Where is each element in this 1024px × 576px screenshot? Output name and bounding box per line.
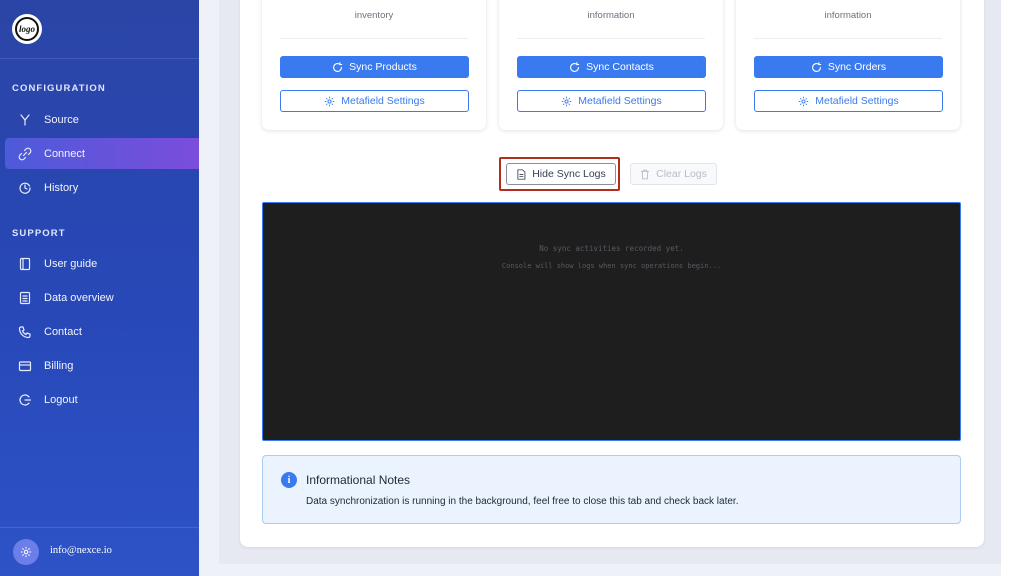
- phone-icon: [17, 324, 33, 340]
- card-description: information: [587, 10, 635, 21]
- sync-card-orders: information Sync Orders Metafield Settin…: [736, 0, 960, 130]
- sidebar-item-user-guide[interactable]: User guide: [5, 248, 199, 279]
- metafield-settings-button-orders[interactable]: Metafield Settings: [754, 90, 943, 112]
- sidebar-footer-divider: [0, 527, 199, 528]
- gear-icon: [798, 96, 809, 107]
- credit-card-icon: [17, 358, 33, 374]
- fork-icon: [17, 112, 33, 128]
- sidebar-item-label: Source: [44, 113, 79, 126]
- logo-text: logo: [15, 17, 39, 41]
- metafield-settings-label: Metafield Settings: [341, 95, 425, 107]
- refresh-icon: [569, 61, 580, 73]
- gear-icon: [20, 546, 32, 558]
- avatar[interactable]: [13, 539, 39, 565]
- logout-icon: [17, 392, 33, 408]
- scrollbar-track[interactable]: [1001, 0, 1024, 576]
- hide-sync-logs-label: Hide Sync Logs: [532, 168, 606, 180]
- sync-products-label: Sync Products: [349, 61, 417, 73]
- logo[interactable]: logo: [12, 14, 42, 44]
- section-title-support: SUPPORT: [12, 228, 66, 239]
- sidebar-item-source[interactable]: Source: [5, 104, 199, 135]
- sidebar-item-label: Logout: [44, 393, 78, 406]
- sync-products-button[interactable]: Sync Products: [280, 56, 469, 78]
- gear-icon: [324, 96, 335, 107]
- sidebar: logo CONFIGURATION Source Connect Histor…: [0, 0, 199, 576]
- clear-logs-button[interactable]: Clear Logs: [630, 163, 717, 185]
- sidebar-item-connect[interactable]: Connect: [5, 138, 199, 169]
- sidebar-item-history[interactable]: History: [5, 172, 199, 203]
- sidebar-item-label: Billing: [44, 359, 74, 372]
- clear-logs-label: Clear Logs: [656, 168, 707, 180]
- sidebar-item-label: Data overview: [44, 291, 114, 304]
- file-icon: [516, 168, 526, 180]
- sidebar-item-data-overview[interactable]: Data overview: [5, 282, 199, 313]
- metafield-settings-button-contacts[interactable]: Metafield Settings: [517, 90, 706, 112]
- console-empty-message: No sync activities recorded yet.: [539, 244, 684, 253]
- sidebar-item-contact[interactable]: Contact: [5, 316, 199, 347]
- sync-contacts-label: Sync Contacts: [586, 61, 654, 73]
- card-divider: [754, 38, 942, 39]
- metafield-settings-label: Metafield Settings: [815, 95, 899, 107]
- sidebar-item-billing[interactable]: Billing: [5, 350, 199, 381]
- card-divider: [280, 38, 468, 39]
- clock-icon: [17, 180, 33, 196]
- section-title-configuration: CONFIGURATION: [12, 83, 106, 94]
- metafield-settings-label: Metafield Settings: [578, 95, 662, 107]
- informational-notes: i Informational Notes Data synchronizati…: [262, 455, 961, 524]
- sync-card-products: inventory Sync Products Metafield Settin…: [262, 0, 486, 130]
- card-description: inventory: [354, 10, 394, 21]
- book-icon: [17, 256, 33, 272]
- gear-icon: [561, 96, 572, 107]
- card-divider: [517, 38, 705, 39]
- sync-contacts-button[interactable]: Sync Contacts: [517, 56, 706, 78]
- info-title: Informational Notes: [306, 473, 411, 487]
- sidebar-item-label: Connect: [44, 147, 85, 160]
- console-empty-hint: Console will show logs when sync operati…: [501, 262, 722, 270]
- sidebar-item-label: User guide: [44, 257, 98, 270]
- info-text: Data synchronization is running in the b…: [306, 496, 739, 507]
- document-icon: [17, 290, 33, 306]
- sidebar-item-label: History: [44, 181, 79, 194]
- info-icon: i: [281, 472, 297, 488]
- link-icon: [17, 146, 33, 162]
- card-description: information: [824, 10, 872, 21]
- hide-sync-logs-button[interactable]: Hide Sync Logs: [506, 163, 616, 185]
- sync-log-console[interactable]: No sync activities recorded yet. Console…: [262, 202, 961, 441]
- user-email[interactable]: info@nexce.io: [50, 545, 112, 556]
- sync-card-contacts: information Sync Contacts Metafield Sett…: [499, 0, 723, 130]
- refresh-icon: [811, 61, 822, 73]
- logo-divider: [0, 58, 199, 59]
- sidebar-item-label: Contact: [44, 325, 82, 338]
- sync-orders-button[interactable]: Sync Orders: [754, 56, 943, 78]
- sync-orders-label: Sync Orders: [827, 61, 887, 73]
- metafield-settings-button-products[interactable]: Metafield Settings: [280, 90, 469, 112]
- trash-icon: [640, 169, 650, 180]
- sidebar-item-logout[interactable]: Logout: [5, 384, 199, 415]
- refresh-icon: [332, 61, 343, 73]
